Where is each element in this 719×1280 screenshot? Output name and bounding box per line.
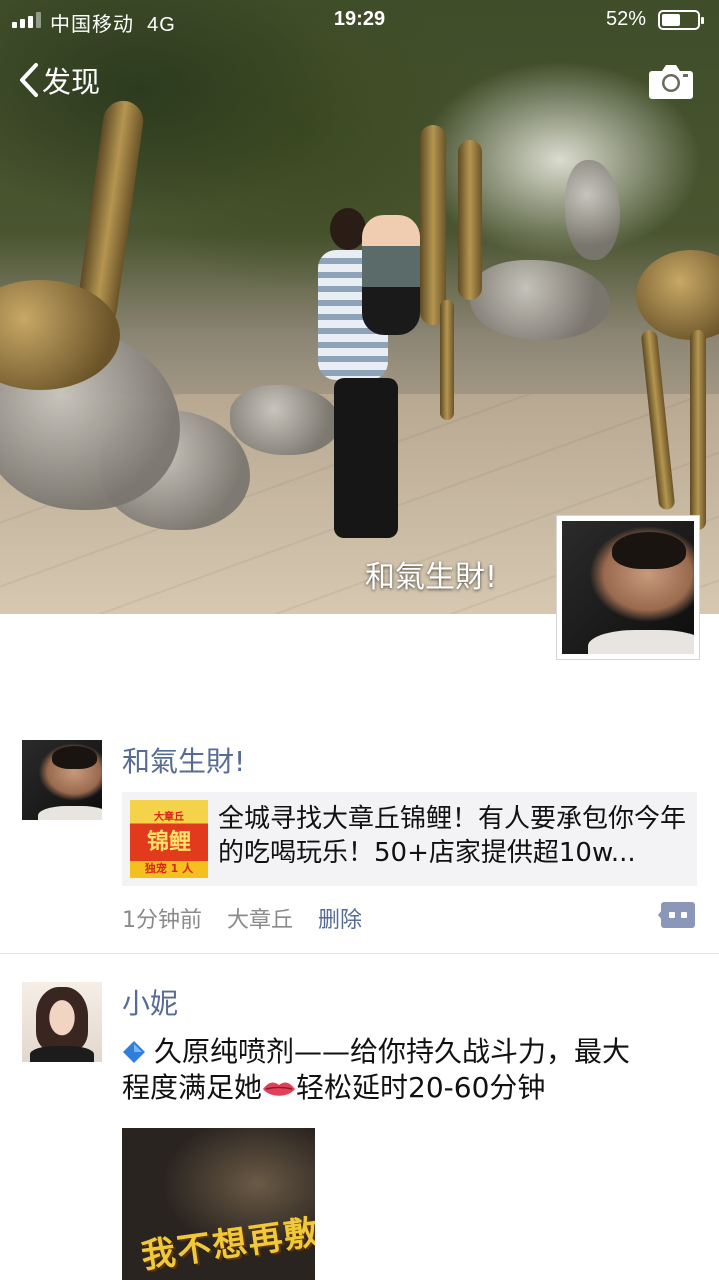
avatar-image [22,982,102,1062]
cover-statue [440,300,454,420]
cover-statue [458,140,482,300]
cover-person [330,208,366,250]
camera-icon [649,65,693,99]
post-avatar[interactable] [22,982,102,1062]
post-author[interactable]: 小妮 [122,982,178,1022]
thumb-top-text: 大章丘 [154,812,184,823]
post-text-line: 程度满足她 轻松延时20-60分钟 [122,1070,707,1106]
post-divider [0,953,719,954]
battery-icon [658,10,704,30]
comment-button[interactable] [658,902,695,928]
post-text-line2b: 轻松延时20-60分钟 [296,1071,546,1104]
lips-icon [263,1082,296,1096]
chevron-left-icon [20,63,38,97]
cover-avatar[interactable] [556,515,700,660]
post-text-line1: 久原纯喷剂——给你持久战斗力，最大 [154,1035,631,1068]
link-card[interactable]: 大章丘 锦鲤 独宠 1 人 全城寻找大章丘锦鲤！有人要承包你今年的吃喝玩乐！50… [122,792,697,886]
back-label: 发现 [42,65,101,99]
cover-statue [690,330,706,530]
post-image-text: 我不想再敷衍 [138,1207,315,1277]
cover-statue [636,250,719,340]
post-text-line: 久原纯喷剂——给你持久战斗力，最大 [122,1034,707,1070]
thumb-bottom-text: 独宠 1 人 [144,862,194,875]
nav-bar: 发现 [0,52,719,108]
battery-fill [662,14,680,26]
post-location[interactable]: 大章丘 [227,908,293,933]
post-author[interactable]: 和氣生財! [122,740,245,780]
post-avatar[interactable] [22,740,102,820]
post-time: 1分钟前 [122,908,202,933]
cover-rock [470,260,610,340]
back-button[interactable]: 发现 [18,60,100,100]
cover-user-name: 和氣生財! [364,560,497,595]
status-bar: 中国移动 4G 19:29 52% [0,0,719,40]
cover-child [362,215,420,335]
camera-button[interactable] [648,62,694,100]
blue-diamond-icon [123,1041,145,1063]
cover-rock [565,160,620,260]
post-text: 久原纯喷剂——给你持久战斗力，最大 程度满足她 轻松延时20-60分钟 [122,1034,707,1106]
post-text-line2a: 程度满足她 [122,1071,263,1104]
avatar-image [562,521,694,654]
cover-statue [420,125,446,325]
link-title: 全城寻找大章丘锦鲤！有人要承包你今年的吃喝玩乐！50+店家提供超10w... [218,804,687,868]
battery-percent: 52% [606,8,647,30]
cover-person [334,378,398,538]
post-meta: 1分钟前 大章丘 删除 [122,902,380,934]
post-image[interactable]: 我不想再敷衍 [122,1128,315,1280]
feed-post: 和氣生財! 大章丘 锦鲤 独宠 1 人 全城寻找大章丘锦鲤！有人要承包你今年的吃… [0,740,719,950]
thumb-title: 锦鲤 [146,830,191,855]
feed-post: 小妮 久原纯喷剂——给你持久战斗力，最大 程度满足她 轻松延时20-60分钟 我… [0,982,719,1280]
delete-button[interactable]: 删除 [318,908,362,933]
avatar-image [22,740,102,820]
link-thumbnail: 大章丘 锦鲤 独宠 1 人 [130,800,208,878]
